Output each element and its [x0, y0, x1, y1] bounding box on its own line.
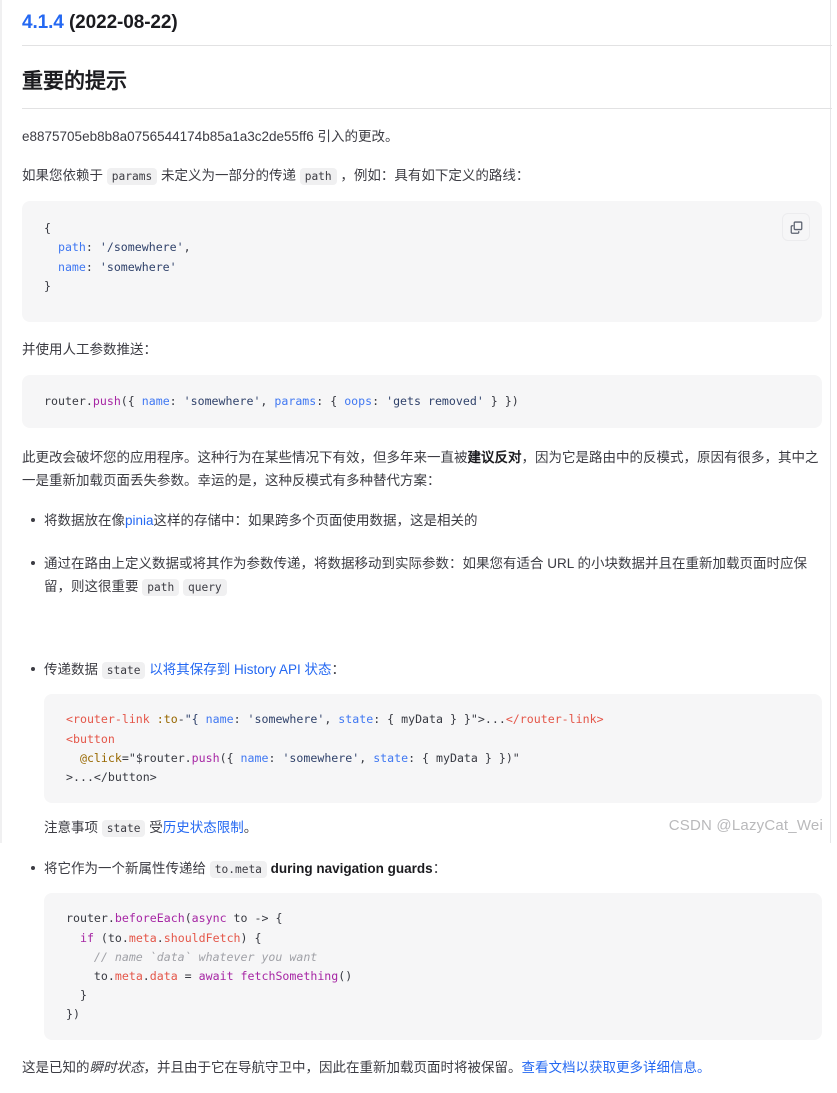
code-key-name: name — [57, 259, 86, 274]
document-content: 4.1.4 (2022-08-22) 重要的提示 e8875705eb8b8a0… — [22, 0, 832, 1093]
note-pre: 注意事项 — [44, 819, 102, 835]
alternatives-list: 将数据放在像pinia这样的存储中：如果跨多个页面使用数据，这是相关的 通过在路… — [22, 509, 822, 1041]
copy-code-button[interactable] — [782, 213, 810, 242]
code-tag-button-open: <button — [66, 731, 115, 746]
code-block-router-link: <router-link :to-"{ name: 'somewhere', s… — [44, 694, 822, 803]
inline-code-state: state — [101, 662, 146, 680]
code-line-1: { — [44, 221, 51, 236]
warning-part-1: 此更改会破坏您的应用程序。这种行为在某些情况下有效，但多年来一直被 — [22, 450, 468, 466]
note-post: 。 — [243, 819, 258, 835]
code-fn-push: push — [92, 394, 121, 408]
version-link[interactable]: 4.1.4 — [22, 12, 64, 33]
code-value-name: 'somewhere' — [99, 259, 177, 274]
code-comment: // name `data` whatever you want — [93, 949, 318, 964]
code-attr-to: :to — [156, 712, 178, 727]
code-key-oops: oops — [344, 394, 373, 408]
code-before-each: router.beforeEach(async to -> { if (to.m… — [66, 911, 353, 1021]
warning-bold: 建议反对 — [467, 450, 522, 466]
code-key-name-2: name — [141, 394, 170, 408]
bullet1-pre: 将数据放在像 — [44, 512, 125, 528]
inline-code-path-2: path — [142, 579, 180, 596]
code-block-route-definition: { path: '/somewhere', name: 'somewhere' … — [22, 201, 822, 322]
code-key-params: params — [274, 394, 317, 408]
rely-suffix: ，例如：具有如下定义的路线： — [336, 168, 530, 184]
list-item-route-params: 通过在路由上定义数据或将其作为参数传递，将数据移动到实际参数：如果您有适合 UR… — [31, 552, 822, 598]
inline-code-state-2: state — [101, 819, 146, 837]
rely-paragraph: 如果您依赖于 params 未定义为一部分的传递 path ，例如：具有如下定义… — [22, 164, 822, 187]
page-root: 4.1.4 (2022-08-22) 重要的提示 e8875705eb8b8a0… — [0, 0, 837, 1075]
code-line-4: } — [44, 278, 51, 293]
divider-after-section-title — [22, 107, 832, 109]
divider-after-version — [22, 44, 832, 46]
code-attr-click: @click — [79, 750, 122, 765]
final-pre: 这是已知的 — [22, 1060, 90, 1076]
pinia-link[interactable]: pinia — [125, 513, 154, 528]
code-block-before-each: router.beforeEach(async to -> { if (to.m… — [44, 893, 822, 1041]
note-mid: 受 — [145, 819, 163, 835]
code-router-link: <router-link :to-"{ name: 'somewhere', s… — [66, 712, 604, 784]
history-api-link[interactable]: 以将其保存到 History API 状态 — [149, 662, 331, 677]
code-tag-router-link-open: <router-link — [66, 712, 150, 727]
code-block-router-push: router.push({ name: 'somewhere', params:… — [22, 375, 822, 429]
bullet3-pre: 传递数据 — [44, 662, 102, 678]
csdn-watermark: CSDN @LazyCat_Wei — [668, 817, 823, 834]
copy-icon — [789, 220, 804, 235]
page-right-rule — [830, 0, 831, 843]
final-emphasis: 瞬时状态 — [89, 1060, 144, 1076]
final-mid: ，并且由于它在导航守卫中，因此在重新加载页面时将被保留。 — [143, 1060, 522, 1076]
inline-code-query: query — [182, 579, 227, 596]
bullet4-post: ： — [432, 861, 447, 877]
code-value-somewhere: 'somewhere' — [183, 394, 261, 408]
rely-mid: 未定义为一部分的传递 — [157, 168, 300, 184]
list-item-to-meta: 将它作为一个新属性传递给 to.meta during navigation g… — [31, 857, 822, 1041]
code-router-push: router.push({ name: 'somewhere', params:… — [44, 394, 519, 408]
code-tag-router-link-close: </router-link> — [505, 712, 604, 727]
list-item-history-state: 传递数据 state 以将其保存到 History API 状态： <route… — [31, 658, 822, 839]
final-paragraph: 这是已知的瞬时状态，并且由于它在导航守卫中，因此在重新加载页面时将被保留。查看文… — [22, 1056, 822, 1079]
rely-prefix: 如果您依赖于 — [22, 168, 107, 184]
push-lead-paragraph: 并使用人工参数推送： — [22, 341, 157, 357]
code-key-path: path — [57, 240, 86, 255]
bullet4-pre: 将它作为一个新属性传递给 — [44, 861, 210, 877]
version-date: (2022-08-22) — [68, 12, 178, 33]
code-button-close: >...</button> — [66, 769, 157, 784]
warning-paragraph: 此更改会破坏您的应用程序。这种行为在某些情况下有效，但多年来一直被建议反对，因为… — [22, 446, 822, 492]
code-obj-router: router — [44, 394, 86, 408]
code-value-gets-removed: 'gets removed' — [386, 394, 484, 408]
inline-code-path: path — [299, 168, 337, 186]
page-title: 重要的提示 — [22, 69, 127, 93]
docs-link[interactable]: 查看文档以获取更多详细信息。 — [522, 1060, 711, 1075]
code-value-path: '/somewhere' — [99, 240, 184, 255]
history-limit-link[interactable]: 历史状态限制 — [163, 820, 244, 835]
version-heading: 4.1.4 (2022-08-22) — [22, 0, 822, 45]
list-item-pinia: 将数据放在像pinia这样的存储中：如果跨多个页面使用数据，这是相关的 — [31, 509, 822, 532]
code-route-definition: { path: '/somewhere', name: 'somewhere' … — [44, 221, 191, 293]
bullet1-post: 这样的存储中：如果跨多个页面使用数据，这是相关的 — [153, 512, 478, 528]
bullet4-bold: during navigation guards — [266, 861, 433, 877]
inline-code-params: params — [106, 168, 158, 186]
commit-paragraph: e8875705eb8b8a0756544174b85a1a3c2de55ff6… — [22, 128, 399, 144]
bullet3-post: ： — [331, 662, 346, 678]
inline-code-to-meta: to.meta — [209, 861, 267, 879]
